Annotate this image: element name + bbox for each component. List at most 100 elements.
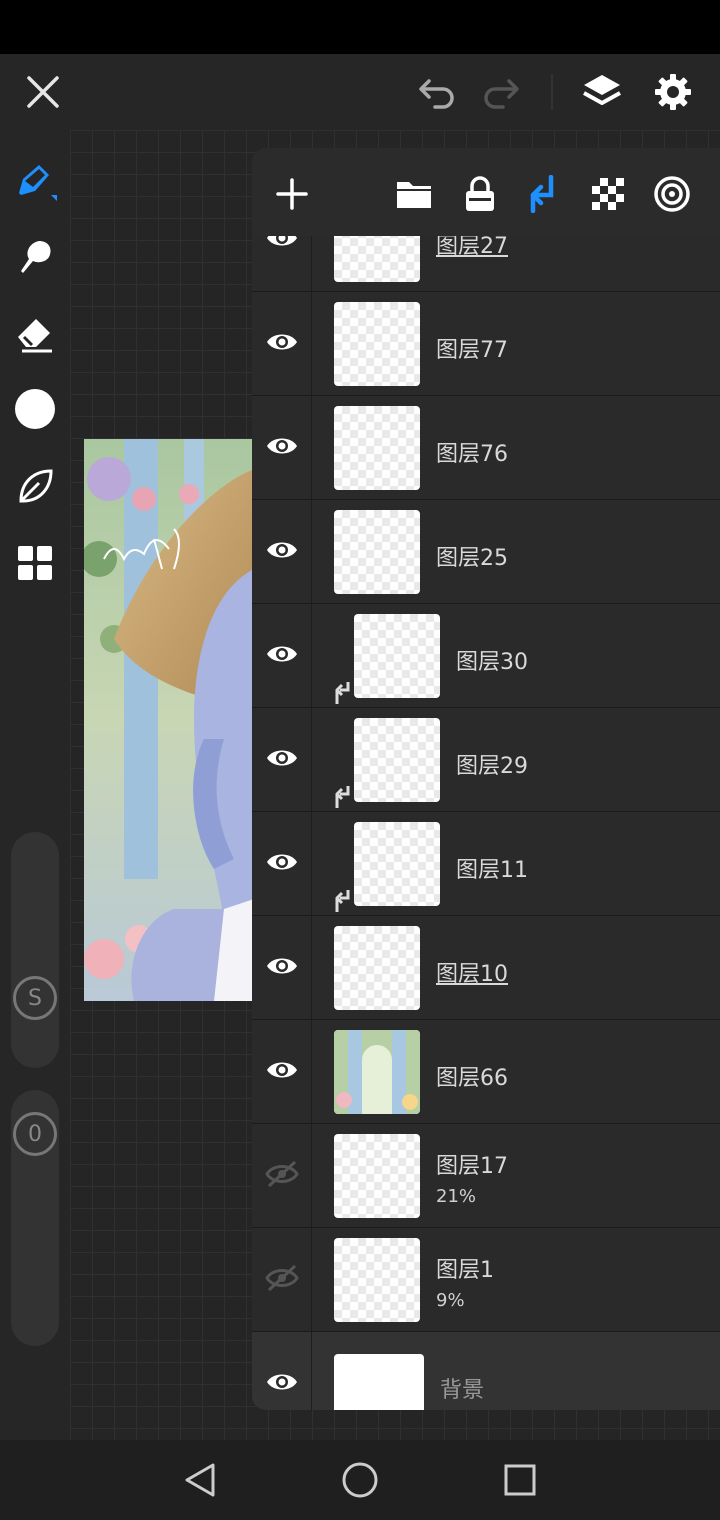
visibility-toggle[interactable]	[252, 604, 312, 707]
layer-row[interactable]: 图层25	[252, 500, 720, 604]
layer-thumbnail	[334, 236, 420, 282]
add-layer-button[interactable]	[270, 172, 314, 216]
checker-icon	[592, 178, 624, 210]
layer-panel-toolbar	[252, 148, 720, 236]
layer-name: 图层27	[436, 236, 508, 259]
layer-row[interactable]: 图层77	[252, 292, 720, 396]
layer-name: 图层76	[436, 442, 508, 467]
eye-icon	[265, 746, 299, 774]
eye-icon	[265, 642, 299, 670]
clipping-arrow-icon	[332, 784, 354, 814]
layer-opacity: 9%	[436, 1290, 465, 1311]
top-toolbar	[0, 54, 720, 130]
recents-icon	[504, 1464, 536, 1496]
layer-thumbnail	[334, 926, 420, 1010]
clipping-arrow-icon	[332, 888, 354, 918]
layer-row[interactable]: 图层10	[252, 916, 720, 1020]
layer-row[interactable]: 图层11	[252, 812, 720, 916]
layer-opacity: 21%	[436, 1186, 477, 1207]
visibility-toggle[interactable]	[252, 500, 312, 603]
layer-thumbnail	[334, 1134, 420, 1218]
gear-icon	[655, 74, 691, 110]
eraser-tool-button[interactable]	[10, 310, 60, 360]
settings-button[interactable]	[648, 54, 698, 130]
layer-thumbnail	[354, 718, 440, 802]
eye-icon	[265, 1058, 299, 1086]
grid-menu-button[interactable]	[10, 538, 60, 588]
layers-icon	[583, 75, 621, 105]
add-icon	[276, 178, 308, 210]
visibility-toggle-hidden[interactable]	[252, 1124, 312, 1227]
nav-home-button[interactable]	[332, 1454, 388, 1506]
layer-row[interactable]: 图层17 21%	[252, 1124, 720, 1228]
layer-row[interactable]: 图层76	[252, 396, 720, 500]
layer-name: 图层30	[456, 650, 528, 675]
brush-size-knob[interactable]: S	[13, 976, 57, 1020]
visibility-toggle[interactable]	[252, 916, 312, 1019]
leaf-tool-button[interactable]	[10, 462, 60, 512]
brush-size-slider[interactable]	[11, 832, 59, 1068]
color-swatch	[15, 389, 55, 429]
eye-icon	[265, 236, 299, 254]
layer-thumbnail	[334, 1030, 420, 1114]
visibility-toggle-hidden[interactable]	[252, 1228, 312, 1331]
layer-thumbnail	[334, 1354, 424, 1410]
clipping-button[interactable]	[522, 172, 566, 216]
lock-layer-button[interactable]	[458, 172, 502, 216]
layer-name: 背景	[440, 1378, 485, 1403]
layer-row[interactable]: 背景	[252, 1332, 720, 1410]
nav-back-button[interactable]	[172, 1454, 228, 1506]
visibility-toggle[interactable]	[252, 1020, 312, 1123]
layer-thumbnail	[354, 614, 440, 698]
layer-thumbnail	[334, 510, 420, 594]
reference-button[interactable]	[650, 172, 694, 216]
layer-name: 图层25	[436, 546, 508, 571]
nav-recents-button[interactable]	[492, 1454, 548, 1506]
layer-name: 图层1	[436, 1258, 494, 1283]
visibility-toggle[interactable]	[252, 812, 312, 915]
toolbar-divider	[551, 74, 553, 110]
eye-hidden-icon	[264, 1264, 299, 1296]
visibility-toggle[interactable]	[252, 236, 312, 291]
clipping-arrow-icon	[332, 680, 354, 710]
eye-icon	[265, 850, 299, 878]
color-swatch-button[interactable]	[10, 384, 60, 434]
home-icon	[342, 1462, 378, 1498]
alpha-lock-button[interactable]	[586, 172, 630, 216]
pen-tool-button[interactable]	[10, 156, 60, 206]
folder-button[interactable]	[392, 172, 436, 216]
visibility-toggle[interactable]	[252, 708, 312, 811]
eye-icon	[265, 538, 299, 566]
layer-row[interactable]: 图层27	[252, 236, 720, 292]
layer-thumbnail	[334, 1238, 420, 1322]
layer-row[interactable]: 图层1 9%	[252, 1228, 720, 1332]
visibility-toggle[interactable]	[252, 292, 312, 395]
canvas-artwork[interactable]	[84, 439, 254, 1001]
layer-panel: 图层27 图层77 图层76 图层25 图层30 图层29 图层11 图层10 图层66 图层17…	[252, 148, 720, 1410]
layer-name: 图层29	[456, 754, 528, 779]
target-icon	[654, 176, 690, 212]
eye-icon	[265, 330, 299, 358]
layer-row[interactable]: 图层29	[252, 708, 720, 812]
layer-thumbnail	[334, 406, 420, 490]
layer-name: 图层11	[456, 858, 528, 883]
close-button[interactable]	[18, 54, 68, 130]
redo-button[interactable]	[476, 54, 526, 130]
undo-button[interactable]	[412, 54, 462, 130]
layer-row[interactable]: 图层30	[252, 604, 720, 708]
brush-opacity-knob[interactable]: 0	[13, 1112, 57, 1156]
layer-row[interactable]: 图层66	[252, 1020, 720, 1124]
grid-icon	[18, 546, 52, 580]
lock-icon	[466, 176, 494, 211]
layers-button[interactable]	[577, 54, 627, 130]
system-nav-bar	[0, 1440, 720, 1520]
close-icon	[27, 76, 59, 108]
smudge-tool-button[interactable]	[10, 232, 60, 282]
eye-hidden-icon	[264, 1160, 299, 1192]
visibility-toggle[interactable]	[252, 1332, 312, 1410]
leaf-icon	[19, 469, 53, 503]
visibility-toggle[interactable]	[252, 396, 312, 499]
layer-name: 图层77	[436, 338, 508, 363]
layer-name: 图层66	[436, 1066, 508, 1091]
layer-list[interactable]: 图层27 图层77 图层76 图层25 图层30 图层29 图层11 图层10 图层66 图层17…	[252, 236, 720, 1410]
